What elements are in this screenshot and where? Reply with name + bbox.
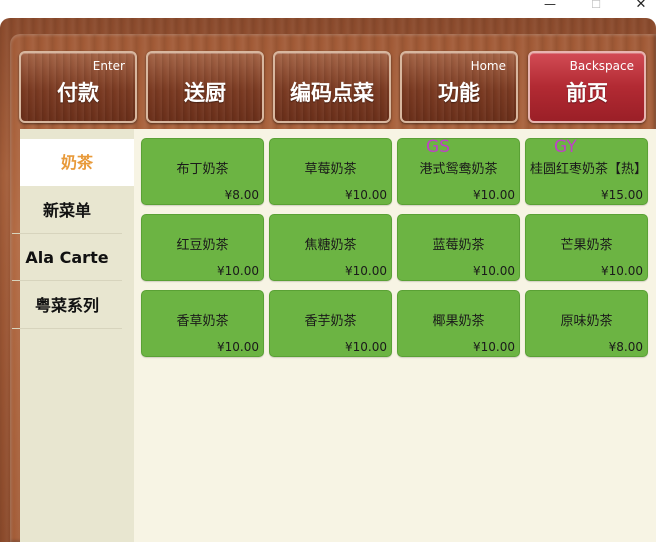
- menu-item-tile[interactable]: 蓝莓奶茶 ¥10.00: [397, 214, 520, 281]
- minimize-icon[interactable]: —: [540, 0, 560, 12]
- category-item-ala-carte[interactable]: Ala Carte: [12, 234, 122, 281]
- close-icon[interactable]: ✕: [631, 0, 651, 13]
- menu-item-price: ¥8.00: [608, 340, 643, 354]
- category-item-new-menu[interactable]: 新菜单: [12, 187, 122, 234]
- menu-item-price: ¥10.00: [473, 188, 515, 202]
- maximize-icon[interactable]: ☐: [586, 0, 606, 13]
- previous-page-button[interactable]: Backspace 前页: [528, 51, 646, 123]
- item-code-tag: GS: [426, 137, 450, 157]
- menu-item-price: ¥10.00: [473, 340, 515, 354]
- shortcut-key-label: Enter: [92, 59, 125, 73]
- menu-item-tile[interactable]: 草莓奶茶 ¥10.00: [269, 138, 392, 205]
- menu-item-tile[interactable]: 香草奶茶 ¥10.00: [141, 290, 264, 357]
- window-titlebar: — ☐ ✕: [0, 0, 656, 18]
- menu-item-tile[interactable]: 香芋奶茶 ¥10.00: [269, 290, 392, 357]
- menu-item-tile[interactable]: 原味奶茶 ¥8.00: [525, 290, 648, 357]
- pay-button-label: 付款: [57, 81, 99, 105]
- pay-button[interactable]: Enter 付款: [19, 51, 137, 123]
- menu-item-price: ¥10.00: [345, 264, 387, 278]
- menu-item-tile[interactable]: 布丁奶茶 ¥8.00: [141, 138, 264, 205]
- shortcut-key-label: Home: [470, 59, 506, 73]
- menu-item-price: ¥8.00: [224, 188, 259, 202]
- menu-item-tile[interactable]: 红豆奶茶 ¥10.00: [141, 214, 264, 281]
- menu-item-price: ¥10.00: [601, 264, 643, 278]
- send-kitchen-button[interactable]: 送厨: [146, 51, 264, 123]
- menu-item-tile[interactable]: 港式鸳鸯奶茶 ¥10.00: [397, 138, 520, 205]
- category-item-milk-tea[interactable]: 奶茶: [20, 139, 134, 186]
- menu-item-tile[interactable]: 桂圆红枣奶茶【热】 ¥15.00: [525, 138, 648, 205]
- functions-button[interactable]: Home 功能: [400, 51, 518, 123]
- menu-item-price: ¥10.00: [217, 264, 259, 278]
- menu-item-price: ¥10.00: [345, 188, 387, 202]
- send-kitchen-button-label: 送厨: [184, 81, 226, 105]
- menu-item-price: ¥10.00: [217, 340, 259, 354]
- menu-item-price: ¥10.00: [345, 340, 387, 354]
- menu-item-price: ¥10.00: [473, 264, 515, 278]
- menu-item-price: ¥15.00: [601, 188, 643, 202]
- functions-button-label: 功能: [438, 81, 480, 105]
- code-order-button-label: 编码点菜: [290, 81, 374, 105]
- code-order-button[interactable]: 编码点菜: [273, 51, 391, 123]
- item-code-tag: GY: [554, 137, 577, 157]
- previous-page-button-label: 前页: [566, 81, 608, 105]
- menu-item-tile[interactable]: 芒果奶茶 ¥10.00: [525, 214, 648, 281]
- menu-item-tile[interactable]: 焦糖奶茶 ¥10.00: [269, 214, 392, 281]
- menu-item-tile[interactable]: 椰果奶茶 ¥10.00: [397, 290, 520, 357]
- shortcut-key-label: Backspace: [569, 59, 634, 73]
- category-item-cantonese[interactable]: 粤菜系列: [12, 282, 122, 329]
